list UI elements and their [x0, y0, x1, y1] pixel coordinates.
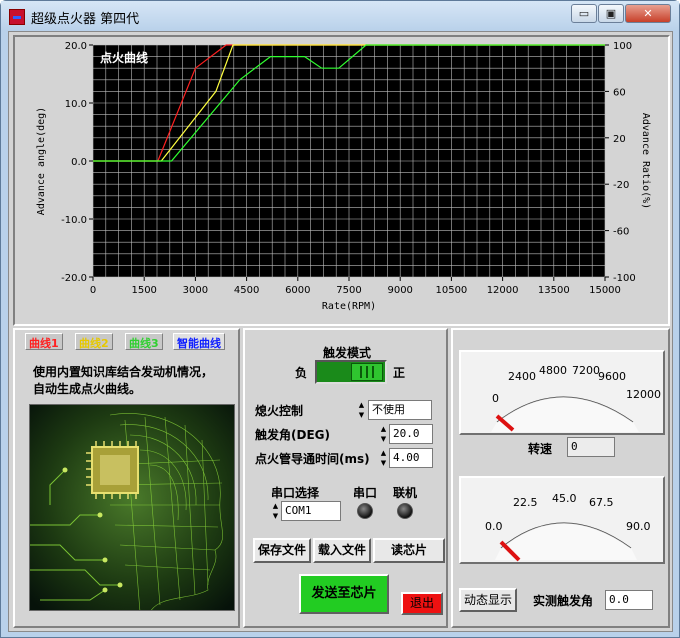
y-right-tick-label: 20 — [613, 134, 626, 145]
serial-status-led — [357, 503, 373, 519]
tab-smart-curve[interactable]: 智能曲线 — [173, 333, 225, 350]
save-file-button[interactable]: 保存文件 — [253, 538, 311, 563]
trigger-mode-toggle[interactable] — [315, 360, 387, 384]
angle-tick-1: 22.5 — [513, 496, 538, 509]
negative-label: 负 — [295, 366, 308, 380]
rpm-tick-1: 2400 — [508, 370, 536, 383]
y-right-axis-label: Advance Ratio(%) — [640, 113, 651, 209]
tab-curve3[interactable]: 曲线3 — [125, 333, 163, 350]
window-title: 超级点火器 第四代 — [31, 12, 140, 27]
serial-label: 串口 — [353, 486, 378, 500]
ignition-chart-panel: 0 1500 3000 4500 6000 7500 9000 10500 12000 13500… — [13, 35, 670, 326]
rpm-gauge: 0 2400 4800 7200 9600 12000 — [459, 350, 665, 435]
minimize-button[interactable]: ▭ — [571, 4, 597, 23]
trigger-angle-label: 触发角(DEG) — [255, 428, 330, 442]
x-tick-label: 4500 — [234, 285, 259, 296]
rpm-tick-0: 0 — [492, 392, 499, 405]
description-line-2: 自动生成点火曲线。 — [33, 382, 142, 396]
trigger-angle-spinner[interactable]: ▲ ▼ — [379, 424, 388, 444]
chart-title: 点火曲线 — [100, 51, 149, 65]
x-tick-label: 12000 — [487, 285, 519, 296]
rpm-label: 转速 — [528, 442, 553, 456]
y-left-tick-label: -10.0 — [61, 215, 87, 226]
y-right-tick-label: 60 — [613, 87, 626, 98]
online-status-led — [397, 503, 413, 519]
ignition-curve-chart: 0 1500 3000 4500 6000 7500 9000 10500 12000 13500… — [36, 41, 651, 312]
quench-field[interactable]: 不使用 — [368, 400, 432, 420]
y-right-tick-label: -100 — [613, 273, 636, 284]
y-left-tick-label: 10.0 — [65, 99, 87, 110]
conduction-time-label: 点火管导通时间(ms) — [255, 452, 370, 466]
x-tick-label: 7500 — [336, 285, 361, 296]
measured-angle-label: 实测触发角 — [533, 594, 594, 608]
x-tick-label: 0 — [90, 285, 96, 296]
port-select-label: 串口选择 — [271, 486, 320, 500]
trigger-angle-field[interactable]: 20.0 — [389, 424, 433, 444]
y-left-tick-label: 20.0 — [65, 41, 87, 52]
control-panel: 触发模式 负 正 熄火控制 ▲ ▼ 不使用 触发角(DEG) ▲ ▼ 20.0 点火… — [243, 328, 448, 628]
y-left-axis-label: Advance angle(deg) — [36, 107, 47, 215]
toggle-knob — [351, 363, 383, 381]
quench-control-label: 熄火控制 — [255, 404, 304, 418]
rpm-tick-3: 7200 — [572, 364, 600, 377]
quench-spinner[interactable]: ▲ ▼ — [357, 400, 366, 420]
y-right-tick-label: -60 — [613, 227, 629, 238]
maximize-button[interactable]: ▣ — [598, 4, 624, 23]
exit-button[interactable]: 退出 — [401, 592, 443, 615]
y-right-tick-label: 100 — [613, 41, 632, 52]
close-button[interactable]: ✕ — [625, 4, 671, 23]
positive-label: 正 — [393, 366, 406, 380]
curve-tabs-panel: 曲线1 曲线2 曲线3 智能曲线 使用内置知识库结合发动机情况， 自动生成点火曲… — [13, 328, 240, 628]
load-file-button[interactable]: 载入文件 — [313, 538, 371, 563]
rpm-value-field: 0 — [567, 437, 615, 457]
angle-tick-0: 0.0 — [485, 520, 503, 533]
read-chip-button[interactable]: 读芯片 — [373, 538, 445, 563]
x-tick-label: 1500 — [131, 285, 156, 296]
tab-curve2[interactable]: 曲线2 — [75, 333, 113, 350]
angle-tick-3: 67.5 — [589, 496, 614, 509]
x-tick-label: 15000 — [589, 285, 621, 296]
x-tick-label: 6000 — [285, 285, 310, 296]
x-axis-label: Rate(RPM) — [322, 301, 376, 312]
angle-gauge: 0.0 22.5 45.0 67.5 90.0 — [459, 476, 665, 564]
title-bar: 超级点火器 第四代 ▭ ▣ ✕ — [1, 1, 679, 31]
gauges-panel: 0 2400 4800 7200 9600 12000 转速 0 0.0 22.… — [451, 328, 670, 628]
conduction-time-field[interactable]: 4.00 — [389, 448, 433, 468]
dynamic-display-button[interactable]: 动态显示 — [459, 588, 517, 612]
description-line-1: 使用内置知识库结合发动机情况， — [33, 365, 214, 379]
y-left-tick-label: 0.0 — [71, 157, 87, 168]
tab-curve1[interactable]: 曲线1 — [25, 333, 63, 350]
online-label: 联机 — [393, 486, 418, 500]
angle-tick-2: 45.0 — [552, 492, 577, 505]
x-tick-label: 9000 — [387, 285, 412, 296]
x-tick-label: 3000 — [183, 285, 208, 296]
conduction-time-spinner[interactable]: ▲ ▼ — [379, 448, 388, 468]
smart-curve-description: 使用内置知识库结合发动机情况， 自动生成点火曲线。 — [33, 364, 238, 398]
send-to-chip-button[interactable]: 发送至芯片 — [299, 574, 389, 614]
trigger-mode-label: 触发模式 — [323, 346, 372, 360]
app-icon — [9, 9, 25, 25]
port-spinner[interactable]: ▲ ▼ — [271, 501, 280, 521]
measured-angle-field: 0.0 — [605, 590, 653, 610]
rpm-tick-2: 4800 — [539, 364, 567, 377]
client-area: 0 1500 3000 4500 6000 7500 9000 10500 12000 13500… — [8, 31, 673, 632]
x-tick-label: 10500 — [435, 285, 467, 296]
y-left-tick-label: -20.0 — [61, 273, 87, 284]
rpm-tick-4: 9600 — [598, 370, 626, 383]
ai-head-image — [29, 404, 235, 611]
angle-tick-4: 90.0 — [626, 520, 651, 533]
y-right-tick-label: -20 — [613, 180, 629, 191]
app-window: 超级点火器 第四代 ▭ ▣ ✕ 0 1500 3000 4500 6000 7500 900… — [0, 0, 680, 638]
rpm-tick-5: 12000 — [626, 388, 661, 401]
x-tick-label: 13500 — [538, 285, 570, 296]
port-field[interactable]: COM1 — [281, 501, 341, 521]
